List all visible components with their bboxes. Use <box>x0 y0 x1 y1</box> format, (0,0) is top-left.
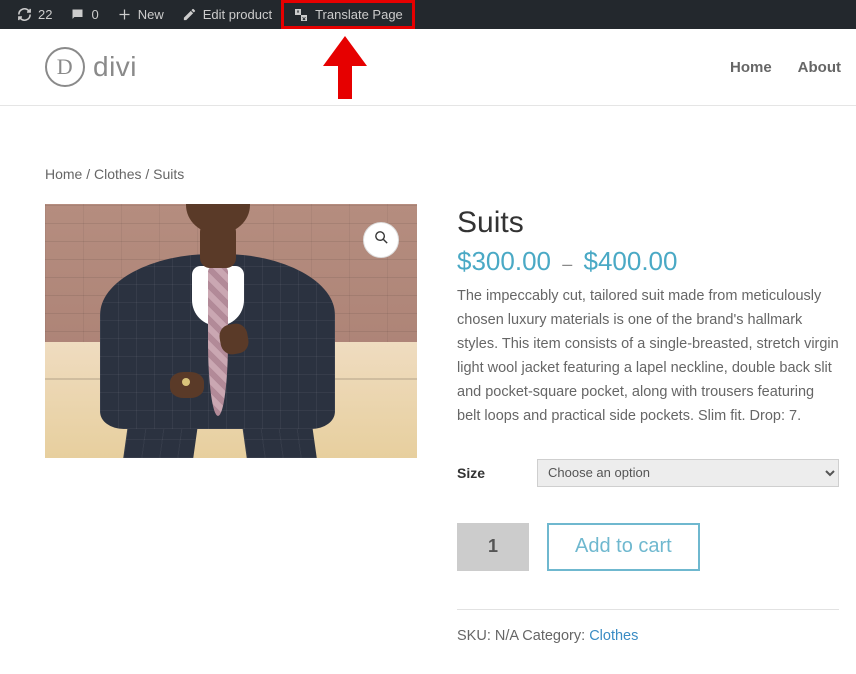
admin-updates[interactable]: 22 <box>8 0 61 29</box>
admin-translate-page[interactable]: Translate Page <box>281 0 415 29</box>
size-select[interactable]: Choose an option <box>537 459 839 487</box>
breadcrumb-sep: / <box>145 166 153 182</box>
sku-value: N/A <box>495 628 518 644</box>
comment-icon <box>70 7 85 22</box>
category-link[interactable]: Clothes <box>589 628 638 644</box>
plus-icon <box>117 7 132 22</box>
translate-icon <box>293 7 309 23</box>
meta-divider <box>457 609 839 610</box>
add-to-cart-button[interactable]: Add to cart <box>547 523 700 571</box>
breadcrumb: Home / Clothes / Suits <box>45 166 841 182</box>
admin-translate-label: Translate Page <box>315 7 403 22</box>
admin-edit-label: Edit product <box>203 7 272 22</box>
admin-new[interactable]: New <box>108 0 173 29</box>
breadcrumb-current: Suits <box>153 166 184 182</box>
nav-home[interactable]: Home <box>730 59 772 76</box>
add-to-cart-row: Add to cart <box>457 523 839 571</box>
product-description: The impeccably cut, tailored suit made f… <box>457 285 839 429</box>
price-low-symbol: $ <box>457 246 471 276</box>
breadcrumb-home[interactable]: Home <box>45 166 82 182</box>
nav-about[interactable]: About <box>798 59 841 76</box>
logo-mark: D <box>45 47 85 87</box>
refresh-icon <box>17 7 32 22</box>
zoom-button[interactable] <box>363 222 399 258</box>
wp-admin-bar: 22 0 New Edit product Translate Page <box>0 0 856 29</box>
variation-label: Size <box>457 465 485 481</box>
admin-comments-count: 0 <box>91 7 98 22</box>
site-header: D divi Home About <box>0 29 856 106</box>
variation-row: Size Choose an option <box>457 459 839 487</box>
pencil-icon <box>182 7 197 22</box>
admin-new-label: New <box>138 7 164 22</box>
product-title: Suits <box>457 206 839 240</box>
magnifier-icon <box>373 229 390 251</box>
price-low: 300.00 <box>471 246 551 276</box>
breadcrumb-category[interactable]: Clothes <box>94 166 141 182</box>
category-label: Category: <box>522 628 585 644</box>
product-image[interactable] <box>45 204 417 458</box>
admin-comments[interactable]: 0 <box>61 0 107 29</box>
admin-updates-count: 22 <box>38 7 52 22</box>
site-logo[interactable]: D divi <box>45 47 137 87</box>
product-price: $300.00 – $400.00 <box>457 246 839 277</box>
price-separator: – <box>558 254 576 274</box>
quantity-input[interactable] <box>457 523 529 571</box>
product-summary: Suits $300.00 – $400.00 The impeccably c… <box>457 204 839 644</box>
breadcrumb-sep: / <box>86 166 94 182</box>
product-meta: SKU: N/A Category: Clothes <box>457 628 839 644</box>
logo-text: divi <box>93 51 137 83</box>
price-high: 400.00 <box>598 246 678 276</box>
price-high-symbol: $ <box>583 246 597 276</box>
admin-edit-product[interactable]: Edit product <box>173 0 281 29</box>
sku-label: SKU: <box>457 628 491 644</box>
primary-nav: Home About <box>730 59 841 76</box>
product: Suits $300.00 – $400.00 The impeccably c… <box>45 204 841 644</box>
main-content: Home / Clothes / Suits <box>0 106 856 664</box>
